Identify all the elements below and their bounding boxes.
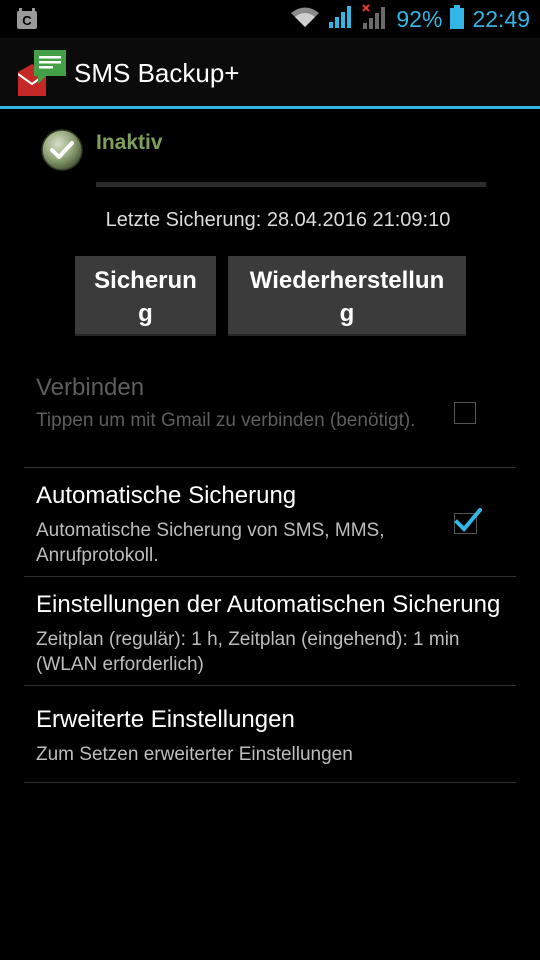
divider [24, 782, 516, 783]
signal-icon [328, 5, 354, 34]
status-label: Inaktiv [96, 131, 163, 154]
pref-advanced-settings[interactable]: Erweiterte Einstellungen Zum Setzen erwe… [24, 686, 516, 782]
pref-connect[interactable]: Verbinden Tippen um mit Gmail zu verbind… [24, 368, 516, 466]
connect-checkbox[interactable] [454, 402, 476, 424]
last-backup-text: Letzte Sicherung: 28.04.2016 21:09:10 [105, 209, 451, 231]
pref-auto-backup-summary: Automatische Sicherung von SMS, MMS, Anr… [36, 520, 385, 566]
battery-percent: 92% [396, 5, 443, 32]
pref-auto-backup-settings[interactable]: Einstellungen der Automatischen Sicherun… [24, 577, 516, 685]
pref-connect-title: Verbinden [36, 374, 145, 401]
pref-connect-summary: Tippen um mit Gmail zu verbinden (benöti… [36, 410, 416, 431]
pref-advanced-settings-title: Erweiterte Einstellungen [36, 706, 295, 733]
clock: 22:49 [472, 5, 530, 32]
restore-button-label-line2: g [339, 300, 355, 327]
pref-advanced-settings-summary: Zum Setzen erweiterter Einstellungen [36, 744, 353, 765]
backup-button-label-line2: g [138, 300, 153, 327]
restore-button-label-line1: Wiederherstellun [249, 267, 445, 294]
backup-button[interactable]: Sicherun g [75, 256, 216, 336]
app-title: SMS Backup+ [74, 58, 240, 88]
status-bar: C 92% 22:49 [0, 0, 540, 38]
pref-auto-backup-settings-title: Einstellungen der Automatischen Sicherun… [36, 591, 501, 618]
progress-bar [96, 182, 486, 187]
backup-button-label-line1: Sicherun [94, 267, 197, 294]
restore-button[interactable]: Wiederherstellun g [228, 256, 466, 336]
battery-icon [450, 4, 465, 34]
sms-backup-app-icon[interactable] [17, 50, 68, 103]
action-bar: SMS Backup+ [0, 38, 540, 106]
pref-auto-backup-title: Automatische Sicherung [36, 482, 297, 509]
auto-backup-checkbox[interactable] [454, 507, 483, 539]
check-icon [40, 128, 84, 177]
pref-auto-backup-settings-summary: Zeitplan (regulär): 1 h, Zeitplan (einge… [36, 629, 460, 675]
action-bar-divider [0, 106, 540, 109]
cyanogen-notification-icon: C [16, 8, 38, 35]
signal-no-data-icon [362, 3, 388, 35]
pref-auto-backup[interactable]: Automatische Sicherung Automatische Sich… [24, 468, 516, 576]
wifi-icon [290, 6, 320, 33]
svg-text:C: C [22, 13, 32, 28]
